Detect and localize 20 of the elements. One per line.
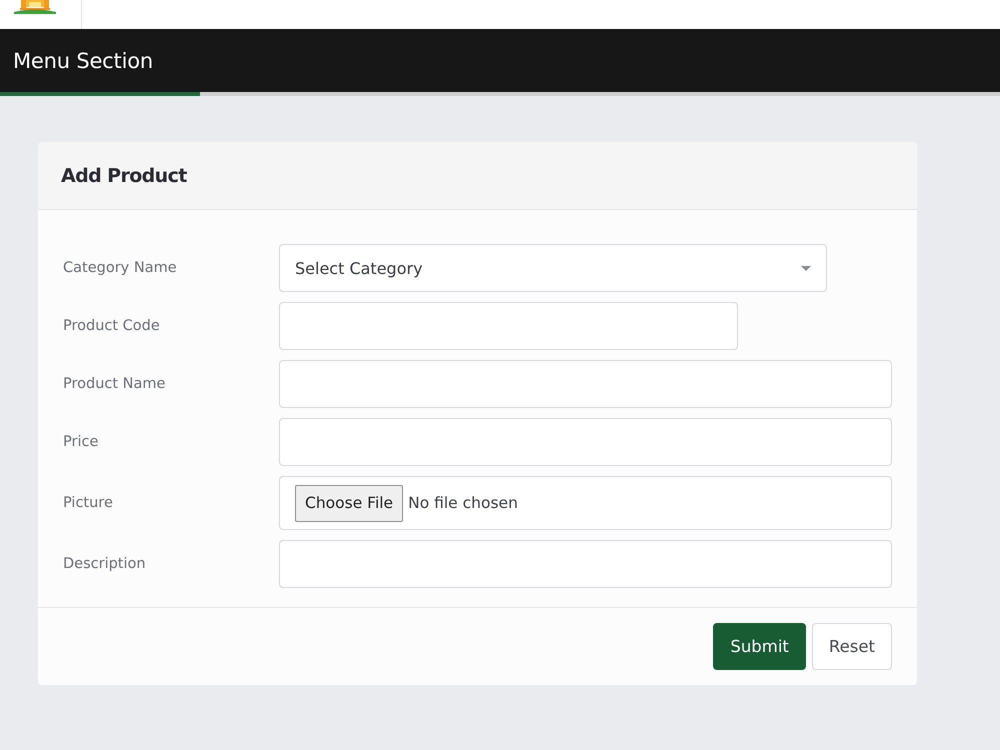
choose-file-button[interactable]: Choose File [295, 484, 404, 522]
file-input[interactable]: Choose File No file chosen [279, 476, 892, 530]
page-title: Menu Section [13, 48, 153, 72]
card-title: Add Product [61, 164, 187, 186]
field-label: Product Name [63, 376, 166, 392]
field-label: Product Code [63, 318, 160, 334]
input-field[interactable] [279, 360, 892, 408]
input-field[interactable] [279, 418, 892, 466]
category-select[interactable]: Select Category [279, 244, 827, 292]
field-label: Description [63, 556, 146, 572]
submit-button[interactable]: Submit [713, 623, 806, 670]
input-field[interactable] [279, 540, 892, 588]
logo-icon [12, 0, 58, 14]
input-field[interactable] [279, 302, 738, 350]
reset-button[interactable]: Reset [812, 623, 892, 670]
field-label: Price [63, 434, 98, 450]
file-status: No file chosen [408, 494, 518, 512]
field-label: Category Name [63, 260, 177, 276]
caret-icon [801, 266, 811, 270]
field-label: Picture [63, 495, 113, 511]
